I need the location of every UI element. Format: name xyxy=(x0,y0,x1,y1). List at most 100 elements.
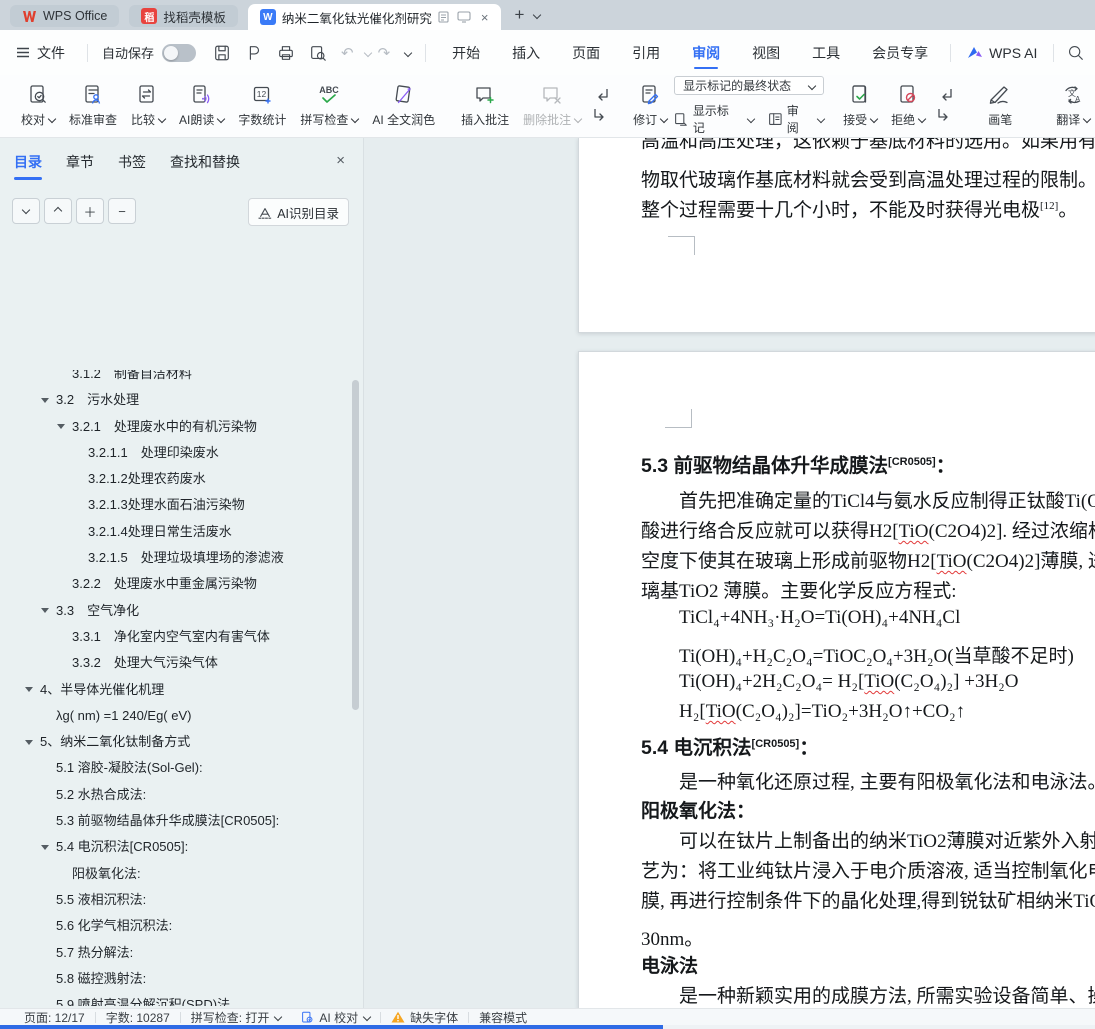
print-icon[interactable] xyxy=(277,44,295,62)
search-icon[interactable] xyxy=(1067,44,1084,61)
reject-button[interactable]: 拒绝 xyxy=(884,77,932,135)
menu-item-6[interactable]: 工具 xyxy=(796,30,856,75)
toc-item[interactable]: 5.4 电沉积法[CR0505]: xyxy=(0,834,355,860)
toc-item[interactable]: 3.1.2 制备自洁材料 xyxy=(0,370,355,387)
doc-text-line: 璃基TiO2 薄膜。主要化学反应方程式: xyxy=(641,581,957,602)
toc-item[interactable]: 3.2.1.3处理水面石油污染物 xyxy=(0,492,355,518)
toc-collapse-caret-icon[interactable] xyxy=(25,739,33,745)
word-count-button[interactable]: 12 字数统计 xyxy=(231,77,293,135)
compare-button[interactable]: 比较 xyxy=(124,77,172,135)
ai-proof-indicator[interactable]: AI 校对 xyxy=(291,1009,380,1026)
toc-item[interactable]: λg( nm) =1 240/Eg( eV) xyxy=(0,703,355,729)
toc-collapse-caret-icon[interactable] xyxy=(57,424,65,430)
show-marks-button[interactable]: 显示标记 xyxy=(674,102,756,136)
standard-review-button[interactable]: 标准审查 xyxy=(62,77,124,135)
toc-item[interactable]: 5、纳米二氧化钛制备方式 xyxy=(0,729,355,755)
toc-item[interactable]: 5.9 喷射高温分解沉积(SPD)法 xyxy=(0,992,355,1006)
missing-font-warning[interactable]: 缺失字体 xyxy=(381,1009,468,1026)
toc-item[interactable]: 5.7 热分解法: xyxy=(0,940,355,966)
toc-item[interactable]: 3.3.2 处理大气污染气体 xyxy=(0,650,355,676)
tab-docer[interactable]: 稻 找稻壳模板 xyxy=(129,5,238,27)
toc-collapse-caret-icon[interactable] xyxy=(41,608,49,614)
menu-item-0[interactable]: 开始 xyxy=(436,30,496,75)
menu-item-3[interactable]: 引用 xyxy=(616,30,676,75)
toc-item[interactable]: 3.3 空气净化 xyxy=(0,598,355,624)
document-page-11[interactable]: 高温和高压处理，这依赖于基底材料的选用。如果用有机聚合物取代玻璃作基底材料就会受… xyxy=(578,138,1095,333)
toc-item[interactable]: 5.5 液相沉积法: xyxy=(0,887,355,913)
ai-polish-button[interactable]: AI 全文润色 xyxy=(365,77,442,135)
toc-item[interactable]: 5.8 磁控溅射法: xyxy=(0,966,355,992)
menu-item-5[interactable]: 视图 xyxy=(736,30,796,75)
sidebar-close-icon[interactable]: × xyxy=(336,152,345,169)
close-doc-tab-icon[interactable]: × xyxy=(481,10,489,25)
compat-mode-indicator[interactable]: 兼容模式 xyxy=(469,1009,537,1026)
next-change-icon[interactable] xyxy=(937,109,953,123)
toc-item[interactable]: 5.2 水热合成法: xyxy=(0,782,355,808)
sidebar-scrollbar[interactable] xyxy=(352,380,359,710)
sidebar-tab-0[interactable]: 目录 xyxy=(14,152,42,180)
proofread-button[interactable]: 校对 xyxy=(14,77,62,135)
new-tab-button[interactable]: + xyxy=(515,5,525,25)
toc-item[interactable]: 3.2.1.5 处理垃圾填埋场的渗滤液 xyxy=(0,545,355,571)
toc-item[interactable]: 阳极氧化法: xyxy=(0,861,355,887)
insert-comment-button[interactable]: 插入批注 xyxy=(454,77,516,135)
tab-wps-home[interactable]: WPS Office xyxy=(10,5,120,27)
toc-prev-button[interactable] xyxy=(44,198,72,224)
toc-collapse-caret-icon[interactable] xyxy=(25,687,33,693)
review-pane-button[interactable]: 审阅 xyxy=(768,102,826,136)
toc-item[interactable]: 3.2.1 处理废水中的有机污染物 xyxy=(0,414,355,440)
toc-item[interactable]: 3.2.1.1 处理印染废水 xyxy=(0,440,355,466)
undo-icon: ↶ xyxy=(341,44,354,62)
ink-brush-button[interactable]: 画笔 xyxy=(970,77,1030,135)
sidebar-tab-2[interactable]: 书签 xyxy=(118,152,146,180)
spell-check-button[interactable]: ABC 拼写检查 xyxy=(293,77,365,135)
menu-item-4[interactable]: 审阅 xyxy=(676,30,736,75)
toc-item[interactable]: 3.2.1.4处理日常生活废水 xyxy=(0,519,355,545)
delete-comment-button: 删除批注 xyxy=(516,77,588,135)
menu-item-2[interactable]: 页面 xyxy=(556,30,616,75)
toc-next-button[interactable] xyxy=(12,198,40,224)
track-changes-icon xyxy=(642,85,659,105)
page-indicator[interactable]: 页面: 12/17 xyxy=(14,1009,95,1026)
document-page-12[interactable]: 5.3 前驱物结晶体升华成膜法[CR0505]： 首先把准确定量的TiCl4与氨水… xyxy=(578,351,1095,1008)
doc-text-line: TiCl₄+4NH₃·H₂O=Ti(OH)₄+4NH₄Cl xyxy=(679,607,961,628)
file-menu[interactable]: 文件 xyxy=(0,30,81,75)
tab-list-chevron-icon[interactable] xyxy=(533,10,542,20)
toc-item[interactable]: 3.2.1.2处理农药废水 xyxy=(0,466,355,492)
toc-item[interactable]: 5.6 化学气相沉积法: xyxy=(0,913,355,939)
autosave-toggle[interactable] xyxy=(162,43,197,62)
accept-button[interactable]: 接受 xyxy=(836,77,884,135)
wps-ai-button[interactable]: WPS AI xyxy=(957,30,1047,75)
word-count-indicator[interactable]: 字数: 10287 xyxy=(96,1009,180,1026)
ai-recognize-toc-button[interactable]: AI识别目录 xyxy=(248,198,349,226)
translate-button[interactable]: 文A 翻译 xyxy=(1042,77,1095,135)
toc-collapse-caret-icon[interactable] xyxy=(41,844,49,850)
toc-item-label: 5.3 前驱物结晶体升华成膜法[CR0505]: xyxy=(56,813,280,829)
toc-item[interactable]: 5.1 溶胶-凝胶法(Sol-Gel): xyxy=(0,755,355,781)
ai-read-button[interactable]: AI朗读 xyxy=(172,77,231,135)
screen-share-icon[interactable] xyxy=(457,11,471,23)
track-changes-button[interactable]: 修订 xyxy=(626,77,674,135)
tab-document[interactable]: W 纳米二氧化钛光催化剂研究 × xyxy=(247,4,501,30)
prev-change-icon[interactable] xyxy=(937,89,953,103)
toc-item[interactable]: 3.2.2 处理废水中重金属污染物 xyxy=(0,571,355,597)
document-canvas[interactable]: 高温和高压处理，这依赖于基底材料的选用。如果用有机聚合物取代玻璃作基底材料就会受… xyxy=(365,138,1095,1008)
export-pdf-icon[interactable] xyxy=(245,44,263,62)
sidebar-tab-3[interactable]: 查找和替换 xyxy=(170,152,240,180)
toc-collapse-button[interactable]: − xyxy=(108,198,136,224)
toc-expand-button[interactable]: ＋ xyxy=(76,198,104,224)
toc-item-label: 4、半导体光催化机理 xyxy=(40,681,165,697)
toc-collapse-caret-icon[interactable] xyxy=(41,397,49,403)
sidebar-tab-1[interactable]: 章节 xyxy=(66,152,94,180)
print-preview-icon[interactable] xyxy=(309,44,327,62)
menu-item-7[interactable]: 会员专享 xyxy=(856,30,944,75)
menu-item-1[interactable]: 插入 xyxy=(496,30,556,75)
toc-item[interactable]: 4、半导体光催化机理 xyxy=(0,677,355,703)
redo-chevron-icon[interactable] xyxy=(403,48,413,57)
save-icon[interactable] xyxy=(213,44,231,62)
spellcheck-indicator[interactable]: 拼写检查: 打开 xyxy=(181,1009,292,1026)
marks-state-select[interactable]: 显示标记的最终状态 xyxy=(674,76,825,95)
toc-item[interactable]: 3.2 污水处理 xyxy=(0,387,355,413)
toc-item[interactable]: 5.3 前驱物结晶体升华成膜法[CR0505]: xyxy=(0,808,355,834)
toc-item[interactable]: 3.3.1 净化室内空气室内有害气体 xyxy=(0,624,355,650)
